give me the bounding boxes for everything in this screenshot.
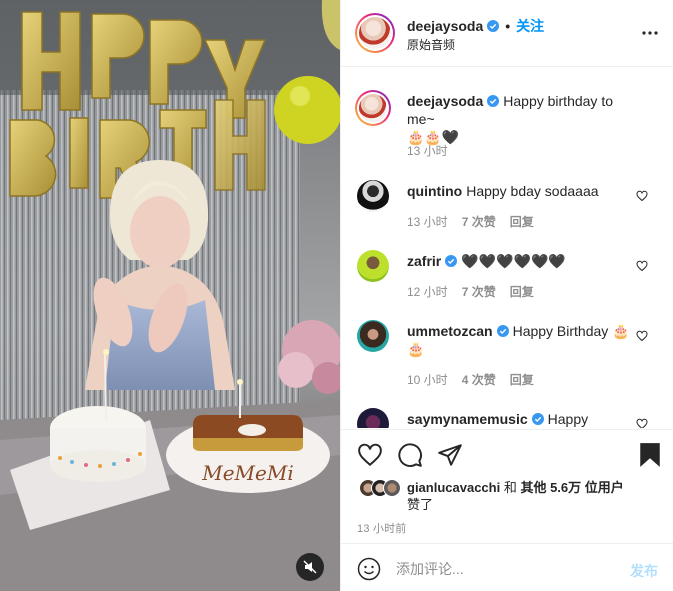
comment-text: Happy: [547, 411, 589, 427]
commenter-avatar[interactable]: [357, 180, 389, 212]
audio-label[interactable]: 原始音频: [407, 36, 455, 53]
commenter-avatar[interactable]: [357, 408, 389, 428]
commenter-username[interactable]: ummetozcan: [407, 323, 493, 339]
comments-list[interactable]: deejaysoda Happy birthday to me~ 🎂🎂🖤 13 小…: [341, 68, 673, 428]
follow-button[interactable]: 关注: [516, 16, 544, 36]
comment-time: 12 小时: [407, 285, 448, 299]
post-header: deejaysoda • 关注 原始音频: [341, 0, 673, 67]
comment-text: Happy bday sodaaaa: [466, 183, 599, 199]
comment-text: Happy Birthday 🎂: [512, 323, 630, 339]
likes-suffix: 赞了: [407, 497, 434, 512]
comment-likes[interactable]: 7 次赞: [462, 283, 496, 300]
post-video[interactable]: MeMeMi: [0, 0, 340, 591]
like-comment-heart-icon[interactable]: [636, 190, 648, 202]
reply-button[interactable]: 回复: [510, 371, 534, 388]
reply-button[interactable]: 回复: [510, 283, 534, 300]
add-comment-bar: 发布: [341, 543, 673, 591]
caption-time: 13 小时: [407, 144, 448, 158]
commenter-username[interactable]: zafrir: [407, 253, 441, 269]
comment-time: 10 小时: [407, 373, 448, 387]
more-horizontal-icon: [642, 31, 658, 35]
post-actions: gianlucavacchi 和 其他 5.6万 位用户 赞了 13 小时前: [341, 429, 673, 541]
comment-bubble-icon[interactable]: [397, 442, 423, 468]
verified-badge-icon: [496, 325, 509, 337]
comment-likes[interactable]: 7 次赞: [462, 213, 496, 230]
likes-summary: gianlucavacchi 和 其他 5.6万 位用户 赞了: [359, 479, 667, 513]
verified-badge-icon: [445, 255, 458, 267]
cake-plate-text: MeMeMi: [201, 461, 294, 485]
verified-badge-icon: [531, 413, 544, 425]
comment-input[interactable]: [396, 557, 616, 581]
liker-username[interactable]: gianlucavacchi: [407, 480, 500, 495]
post-sidebar: deejaysoda • 关注 原始音频 deejaysoda Happy bir…: [340, 0, 673, 591]
video-frame: MeMeMi: [0, 0, 340, 591]
emoji-smiley-icon[interactable]: [357, 557, 381, 581]
author-avatar[interactable]: [355, 13, 395, 53]
like-heart-icon[interactable]: [357, 442, 383, 468]
comment-time: 13 小时: [407, 215, 448, 229]
comment-text-continued: 🎂: [407, 341, 425, 357]
post-timestamp[interactable]: 13 小时前: [357, 520, 407, 536]
mute-button[interactable]: [296, 553, 324, 581]
like-comment-heart-icon[interactable]: [636, 260, 648, 272]
dot-separator: •: [505, 18, 511, 34]
commenter-username[interactable]: saymynamemusic: [407, 411, 528, 427]
comment-likes[interactable]: 4 次赞: [462, 371, 496, 388]
commenter-avatar[interactable]: [357, 320, 389, 352]
comment-text: 🖤🖤🖤🖤🖤🖤: [461, 253, 566, 269]
caption-username[interactable]: deejaysoda: [407, 93, 483, 109]
bookmark-saved-icon[interactable]: [637, 442, 663, 468]
commenter-username[interactable]: quintino: [407, 183, 462, 199]
verified-badge-icon: [487, 95, 500, 107]
verified-badge-icon: [487, 20, 500, 32]
like-comment-heart-icon[interactable]: [636, 330, 648, 342]
likes-others[interactable]: 其他 5.6万 位用户: [520, 480, 623, 495]
likes-and: 和: [500, 480, 521, 495]
post-comment-button[interactable]: 发布: [630, 561, 658, 581]
speaker-muted-icon: [303, 560, 317, 574]
author-username[interactable]: deejaysoda: [407, 18, 483, 34]
like-comment-heart-icon[interactable]: [636, 418, 648, 428]
caption-author-avatar[interactable]: [355, 90, 391, 126]
commenter-avatar[interactable]: [357, 250, 389, 282]
liker-avatar[interactable]: [383, 479, 401, 497]
more-options-button[interactable]: [640, 25, 660, 41]
reply-button[interactable]: 回复: [510, 213, 534, 230]
share-send-icon[interactable]: [437, 442, 463, 468]
